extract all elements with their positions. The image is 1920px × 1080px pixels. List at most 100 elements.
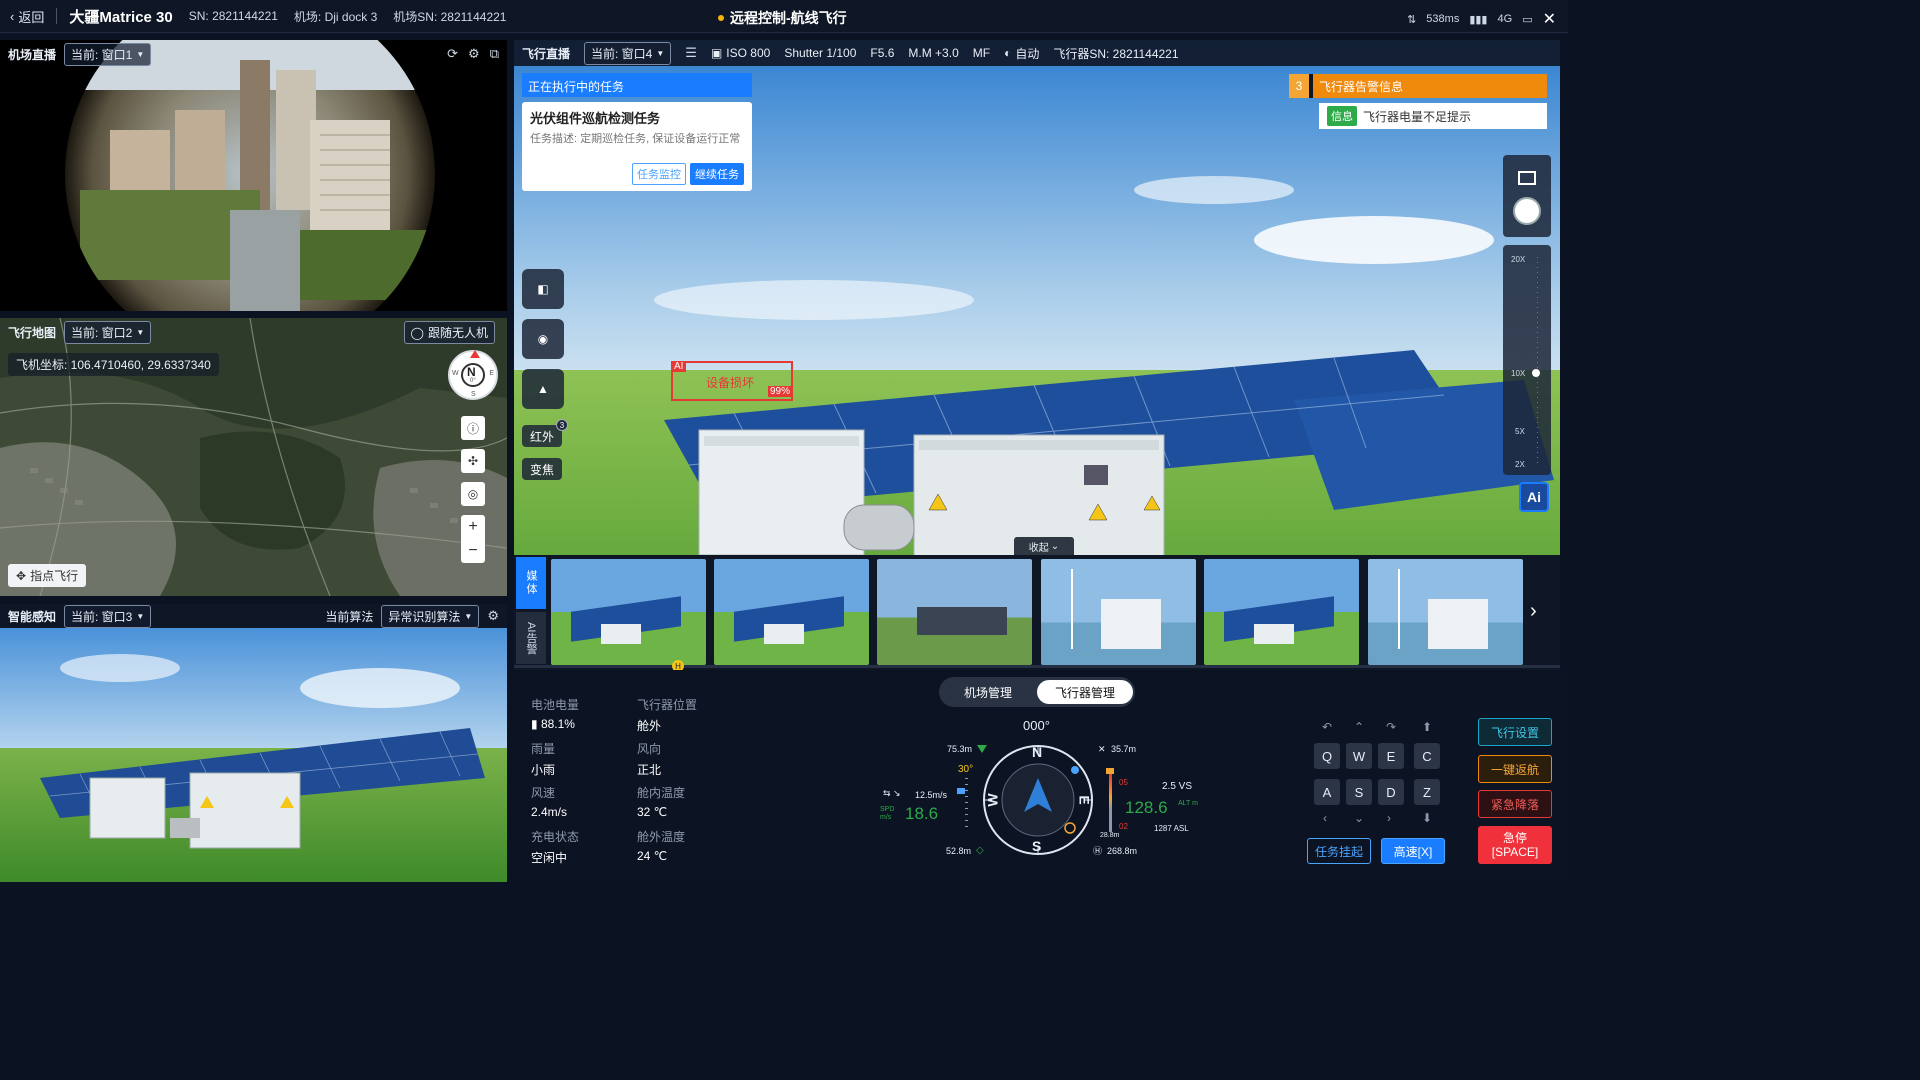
fstop-value[interactable]: F5.6	[870, 46, 894, 60]
compass-s: S	[471, 391, 476, 398]
stat-value: 32 ℃	[637, 805, 668, 819]
ai-assistant-icon[interactable]: Ai	[1519, 482, 1549, 512]
fisheye-camera-view	[63, 40, 437, 311]
dock-window-select[interactable]: 当前: 窗口1 ▼	[64, 42, 152, 66]
speaker-icon[interactable]: ◉	[522, 319, 564, 359]
settings-icon[interactable]: ⚙	[487, 608, 499, 624]
flight-settings-button[interactable]: 飞行设置	[1478, 718, 1552, 746]
return-home-button[interactable]: 一键返航	[1478, 755, 1552, 783]
key-d[interactable]: D	[1378, 779, 1404, 805]
timeline-bar[interactable]	[514, 665, 1560, 668]
follow-icon: ◯	[410, 325, 424, 340]
signal-icon: ▮▮▮	[1469, 13, 1488, 26]
ai-box-label[interactable]: 设备损坏	[706, 374, 754, 391]
stat-cabin-temp: 舱内温度 32 ℃	[637, 784, 685, 819]
photo-mode-icon[interactable]	[1518, 171, 1536, 185]
collapse-label: 收起	[1028, 542, 1049, 554]
auto-mode[interactable]: ◐ 自动	[1004, 45, 1039, 62]
vs-value: 2.5 VS	[1162, 781, 1193, 792]
media-thumbnail[interactable]	[1368, 559, 1523, 665]
spd-label: SPD m/s	[880, 806, 895, 821]
media-tab[interactable]: 媒体	[516, 557, 546, 609]
chevron-down-icon: ⌄	[1354, 811, 1365, 825]
dock-panel-tools: ⟳ ⚙ ⧉	[447, 42, 499, 66]
zoom-handle[interactable]	[1532, 369, 1540, 377]
ai-window-select[interactable]: 当前: 窗口3 ▼	[64, 604, 152, 628]
alert-text: 飞行器电量不足提示	[1363, 109, 1472, 124]
key-a[interactable]: A	[1314, 779, 1340, 805]
map-compass[interactable]: N W E S 0°	[448, 350, 498, 400]
sliders-icon[interactable]: ☰	[685, 45, 697, 61]
chevron-right-icon: ›	[1387, 811, 1391, 825]
tab-dock-management[interactable]: 机场管理	[943, 680, 1033, 704]
shutter-button[interactable]	[1513, 197, 1541, 225]
zoom-out-icon[interactable]: −	[468, 542, 477, 560]
ai-alert-tab[interactable]: AI告警	[516, 612, 546, 664]
map-window-select[interactable]: 当前: 窗口2 ▼	[64, 320, 152, 344]
close-icon[interactable]: ✕	[1543, 9, 1556, 29]
media-thumbnail[interactable]	[551, 559, 706, 665]
task-monitor-button[interactable]: 任务监控	[632, 163, 686, 185]
zoom-mode-button[interactable]: 变焦	[522, 458, 563, 480]
navigation-icon[interactable]: ▲	[522, 369, 564, 409]
info-icon[interactable]: ⓘ	[461, 416, 485, 440]
stat-value: 正北	[637, 763, 662, 777]
drone-icon[interactable]: ✣	[461, 449, 485, 473]
focus-mode[interactable]: MF	[973, 46, 990, 60]
shutter-value[interactable]: Shutter 1/100	[784, 46, 856, 60]
stat-value: 舱外	[637, 719, 662, 733]
key-q[interactable]: Q	[1314, 743, 1340, 769]
key-c[interactable]: C	[1414, 743, 1440, 769]
map-panel-header: 飞行地图 当前: 窗口2 ▼	[8, 320, 152, 344]
light-icon[interactable]: ◧	[522, 269, 564, 309]
emergency-stop-button[interactable]: 急停 [SPACE]	[1478, 826, 1552, 864]
media-thumbnail[interactable]	[877, 559, 1032, 665]
pip-icon[interactable]: ⧉	[490, 46, 499, 62]
emergency-land-button[interactable]: 紧急降落	[1478, 790, 1552, 818]
alert-item[interactable]: 信息 飞行器电量不足提示	[1319, 103, 1547, 129]
settings-icon[interactable]: ⚙	[468, 46, 480, 62]
live-window-value: 当前: 窗口4	[591, 46, 653, 61]
media-thumbnail[interactable]	[1041, 559, 1196, 665]
locate-icon[interactable]: ◎	[461, 482, 485, 506]
stat-value: 24 ℃	[637, 849, 668, 863]
refresh-icon[interactable]: ⟳	[447, 46, 458, 62]
compass-s-label: S	[1032, 838, 1042, 854]
live-window-select[interactable]: 当前: 窗口4 ▼	[584, 41, 672, 65]
tab-drone-management[interactable]: 飞行器管理	[1037, 680, 1133, 704]
battery-value: 88.1%	[540, 717, 575, 731]
iso-setting[interactable]: ▣ ISO 800	[711, 46, 770, 60]
media-thumbnail[interactable]	[714, 559, 869, 665]
chevron-up-icon: ⌃	[1354, 720, 1365, 734]
media-thumbnail[interactable]	[1204, 559, 1359, 665]
stat-value: ▮ 88.1%	[531, 717, 579, 731]
stat-label: 电池电量	[531, 698, 580, 712]
algo-select[interactable]: 异常识别算法 ▼	[381, 604, 480, 628]
key-w[interactable]: W	[1346, 743, 1372, 769]
zoom-in-icon[interactable]: +	[468, 518, 477, 536]
stat-wind-direction: 风向 正北	[637, 740, 661, 778]
infrared-badge: 3	[556, 419, 569, 431]
infrared-button[interactable]: 红外 3	[522, 419, 569, 447]
high-speed-button[interactable]: 高速[X]	[1381, 838, 1445, 864]
stat-label: 雨量	[531, 742, 556, 756]
point-fly-button[interactable]: ✥ 指点飞行	[8, 564, 87, 587]
task-hang-button[interactable]: 任务挂起	[1307, 838, 1371, 864]
speed-value: 18.6	[905, 804, 939, 823]
stop-key-label: [SPACE]	[1491, 845, 1539, 859]
collapse-button[interactable]: 收起 ⌄	[1014, 537, 1074, 555]
key-e[interactable]: E	[1378, 743, 1404, 769]
ai-panel-header: 智能感知 当前: 窗口3 ▼	[8, 604, 152, 628]
chevron-right-icon[interactable]: ›	[1530, 600, 1537, 623]
zoom-slider[interactable]: 20X 10X 5X 2X	[1503, 245, 1551, 475]
aircraft-coordinate: 飞机坐标: 106.4710460, 29.6337340	[8, 353, 219, 376]
key-z[interactable]: Z	[1414, 779, 1440, 805]
screen-icon[interactable]: ▭	[1522, 13, 1532, 26]
task-continue-button[interactable]: 继续任务	[690, 163, 744, 185]
key-s[interactable]: S	[1346, 779, 1372, 805]
dock-panel-header: 机场直播 当前: 窗口1 ▼	[8, 42, 152, 66]
follow-drone-button[interactable]: ◯ 跟随无人机	[403, 321, 495, 344]
mm-value[interactable]: M.M +3.0	[908, 46, 958, 60]
follow-label: 跟随无人机	[427, 326, 488, 340]
back-button[interactable]: ‹ 返回	[10, 7, 44, 26]
